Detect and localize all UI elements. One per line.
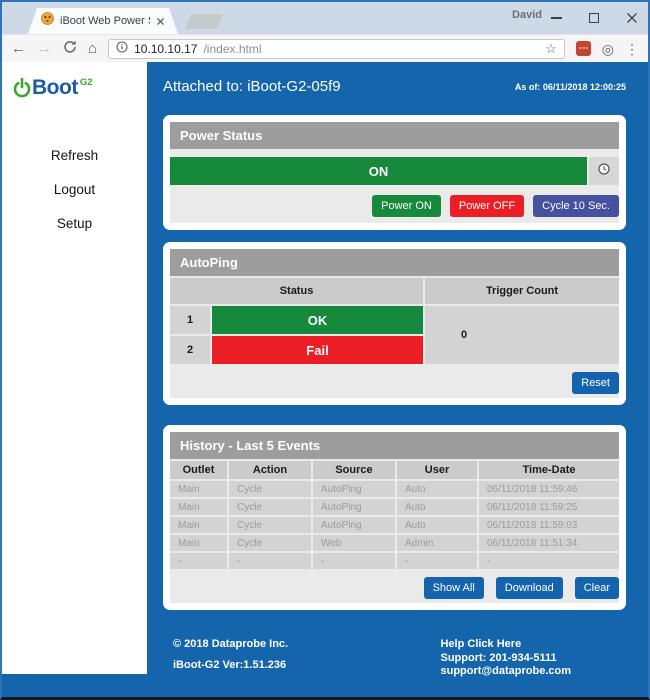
browser-toolbar: ← → ⌂ 10.10.10.17/index.html ☆ ◎ ⋮ xyxy=(2,34,648,62)
history-cell: Admin xyxy=(397,535,477,551)
history-cell: AutoPing xyxy=(313,481,395,497)
power-status-title: Power Status xyxy=(170,122,619,149)
history-col-outlet: Outlet xyxy=(170,461,227,479)
sidebar-item-logout[interactable]: Logout xyxy=(2,178,147,201)
power-gauge-cell[interactable] xyxy=(589,157,619,185)
autoping-trigger-header: Trigger Count xyxy=(425,278,619,304)
back-icon[interactable]: ← xyxy=(11,41,26,56)
extension-red-icon[interactable] xyxy=(576,41,591,56)
history-cell: Auto xyxy=(397,481,477,497)
browser-profile-name[interactable]: David xyxy=(512,9,542,21)
history-cell: Main xyxy=(170,481,227,497)
attached-to-title: Attached to: iBoot-G2-05f9 xyxy=(163,78,341,95)
history-col-source: Source xyxy=(313,461,395,479)
page-info-icon[interactable] xyxy=(116,40,128,58)
autoping-status-2: Fail xyxy=(212,336,423,364)
sidebar-nav: Refresh Logout Setup xyxy=(2,144,147,235)
history-cell: - xyxy=(313,553,395,569)
history-cell: Main xyxy=(170,535,227,551)
history-cell: 06/11/2018 11:59:46 xyxy=(479,481,619,497)
history-cell: Auto xyxy=(397,517,477,533)
history-cell: Cycle xyxy=(229,535,311,551)
history-cell: - xyxy=(397,553,477,569)
history-cell: 06/11/2018 11:59:25 xyxy=(479,499,619,515)
browser-tab[interactable]: iBoot Web Power Switch xyxy=(28,8,178,34)
bookmark-star-icon[interactable]: ☆ xyxy=(545,41,557,57)
history-col-user: User xyxy=(397,461,477,479)
autoping-status-1: OK xyxy=(212,306,423,334)
history-cell: Cycle xyxy=(229,517,311,533)
power-state-bar: ON xyxy=(170,157,587,185)
sidebar: Boot G2 Refresh Logout Setup xyxy=(2,62,147,674)
clear-button[interactable]: Clear xyxy=(575,577,619,599)
history-cell: Main xyxy=(170,517,227,533)
history-title: History - Last 5 Events xyxy=(170,432,619,459)
history-cell: Main xyxy=(170,499,227,515)
power-off-button[interactable]: Power OFF xyxy=(450,195,524,217)
cycle-button[interactable]: Cycle 10 Sec. xyxy=(533,195,619,217)
history-cell: - xyxy=(479,553,619,569)
window-close-icon[interactable] xyxy=(626,12,638,24)
url-host: 10.10.10.17 xyxy=(134,42,197,56)
download-button[interactable]: Download xyxy=(496,577,563,599)
support-phone: Support: 201-934-5111 xyxy=(440,652,571,666)
browser-titlebar: iBoot Web Power Switch David xyxy=(2,2,648,34)
address-bar[interactable]: 10.10.10.17/index.html ☆ xyxy=(108,39,565,59)
copyright-text: © 2018 Dataprobe Inc. xyxy=(173,638,288,650)
sidebar-item-refresh[interactable]: Refresh xyxy=(2,144,147,167)
autoping-row-number: 2 xyxy=(170,336,210,364)
support-email[interactable]: support@dataprobe.com xyxy=(440,665,571,679)
extension-circle-icon[interactable]: ◎ xyxy=(602,42,614,56)
as-of-timestamp: As of: 06/11/2018 12:00:25 xyxy=(515,82,626,92)
firmware-version: iBoot-G2 Ver:1.51.236 xyxy=(173,659,288,671)
history-cell: 06/11/2018 11:59:03 xyxy=(479,517,619,533)
tab-close-icon[interactable] xyxy=(156,17,165,26)
page-footer: © 2018 Dataprobe Inc. iBoot-G2 Ver:1.51.… xyxy=(163,638,626,679)
reset-button[interactable]: Reset xyxy=(572,372,619,394)
sidebar-item-setup[interactable]: Setup xyxy=(2,212,147,235)
history-cell: Auto xyxy=(397,499,477,515)
logo-g2: G2 xyxy=(80,77,93,88)
history-cell: Cycle xyxy=(229,481,311,497)
power-on-button[interactable]: Power ON xyxy=(372,195,441,217)
page-body: Boot G2 Refresh Logout Setup Attached to… xyxy=(2,62,648,697)
favicon-outlet-icon xyxy=(41,12,54,30)
new-tab-button[interactable] xyxy=(185,14,224,29)
history-col-timedate: Time-Date xyxy=(479,461,619,479)
history-cell: - xyxy=(229,553,311,569)
autoping-trigger-count: 0 xyxy=(425,306,619,364)
history-cell: 06/11/2018 11:51:34 xyxy=(479,535,619,551)
url-path: /index.html xyxy=(203,42,261,56)
history-cell: AutoPing xyxy=(313,499,395,515)
autoping-status-header: Status xyxy=(170,278,423,304)
window-maximize-icon[interactable] xyxy=(589,13,599,23)
forward-icon: → xyxy=(37,41,52,56)
history-cell: AutoPing xyxy=(313,517,395,533)
power-status-panel: Power Status ON Power ON xyxy=(163,115,626,230)
logo-text: Boot xyxy=(32,77,78,99)
help-link[interactable]: Help Click Here xyxy=(440,638,571,652)
browser-menu-icon[interactable]: ⋮ xyxy=(625,42,639,56)
iboot-logo: Boot G2 xyxy=(12,77,147,104)
reload-icon[interactable] xyxy=(63,40,77,57)
tab-title: iBoot Web Power Switch xyxy=(60,15,150,27)
autoping-row-number: 1 xyxy=(170,306,210,334)
clock-icon xyxy=(598,162,610,180)
power-symbol-icon xyxy=(12,77,32,104)
history-cell: Cycle xyxy=(229,499,311,515)
autoping-title: AutoPing xyxy=(170,249,619,276)
history-panel: History - Last 5 Events Outlet Action So… xyxy=(163,425,626,610)
show-all-button[interactable]: Show All xyxy=(424,577,484,599)
autoping-panel: AutoPing Status Trigger Count 1 OK 0 2 F… xyxy=(163,242,626,405)
history-col-action: Action xyxy=(229,461,311,479)
history-cell: - xyxy=(170,553,227,569)
home-icon[interactable]: ⌂ xyxy=(88,41,97,56)
window-minimize-icon[interactable] xyxy=(551,17,562,19)
history-cell: Web xyxy=(313,535,395,551)
browser-window: iBoot Web Power Switch David ← → ⌂ 10.10… xyxy=(0,0,650,700)
